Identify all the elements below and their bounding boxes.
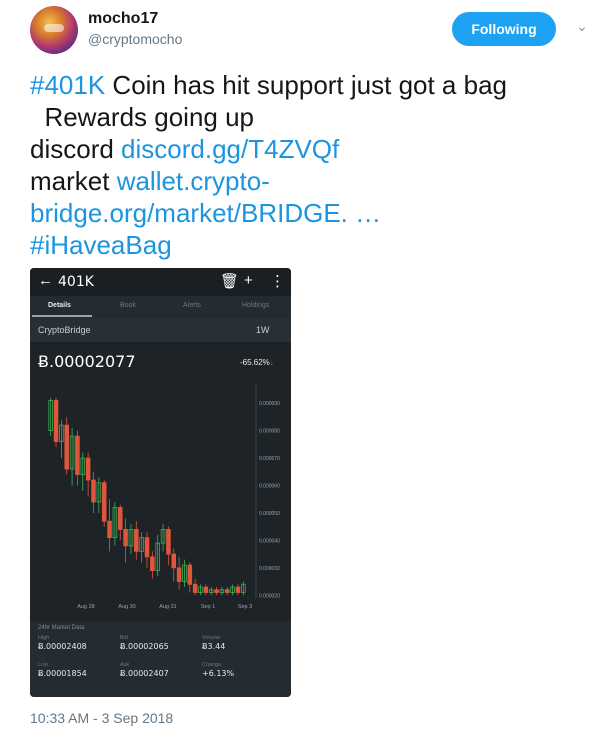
candle-body	[150, 556, 155, 571]
market-cell-high: High Ƀ.00002408	[38, 635, 87, 651]
price-chart: 0.000090 0.000080 0.000070 0.000060 0.000050…	[48, 384, 280, 610]
tweet-text-1: Coin has hit support just got a bag	[105, 70, 507, 100]
display-name[interactable]: mocho17	[88, 10, 158, 28]
exchange-name: CryptoBridge	[38, 325, 91, 335]
candle-body	[214, 589, 219, 593]
user-handle[interactable]: @cryptomocho	[88, 31, 182, 47]
candle-body	[203, 586, 209, 593]
x-tick-label: Sep 3	[238, 604, 252, 610]
tab-details: Details	[48, 302, 71, 309]
candle-body	[85, 457, 91, 481]
market-label: Low	[38, 662, 49, 668]
market-value: Ƀ.00002407	[120, 669, 169, 678]
x-tick-label: Aug 28	[77, 604, 94, 610]
tweet-line-3: discord discord.gg/T4ZVQf	[30, 133, 590, 165]
hashtag-ihaveabag[interactable]: #iHaveaBag	[30, 229, 590, 261]
candle-body	[107, 520, 112, 539]
price-change-value: -65.62%	[240, 358, 270, 367]
market-label: Volume	[202, 635, 221, 641]
candle-body	[176, 567, 182, 582]
candle-body	[144, 537, 150, 558]
candle-body	[53, 400, 59, 443]
market-value: Ƀ.00002065	[120, 642, 169, 651]
market-cell-bid: Bid Ƀ.00002065	[120, 635, 169, 651]
tab-alerts: Alerts	[183, 302, 201, 309]
more-icon: ⋮	[270, 273, 285, 290]
candle-body	[235, 586, 241, 593]
market-cell-ask: Ask Ƀ.00002407	[120, 662, 169, 678]
down-arrow-icon: ↓	[269, 358, 274, 367]
market-cell-low: Low Ƀ.00001854	[38, 662, 87, 678]
market-link-part1[interactable]: wallet.crypto-	[117, 166, 270, 196]
candle-body	[187, 564, 193, 585]
market-value: Ƀ.00001854	[38, 669, 87, 678]
market-value: Ƀ.00002408	[38, 642, 87, 651]
candle-body	[192, 583, 198, 593]
candle-body	[117, 507, 123, 530]
tweet-header: mocho17 @cryptomocho Following ⌄	[0, 0, 610, 62]
price-row: Ƀ.00002077 -65.62%↓	[30, 342, 291, 378]
plus-icon: +	[244, 272, 253, 289]
y-tick-label: 0.000080	[259, 429, 280, 435]
market-label: market	[30, 166, 117, 196]
market-link-part2[interactable]: bridge.org/market/BRIDGE. …	[30, 197, 590, 229]
current-price: Ƀ.00002077	[38, 352, 136, 371]
market-label: Ask	[120, 662, 130, 668]
tweet-line-1: #401K Coin has hit support just got a ba…	[30, 69, 590, 101]
price-change: -65.62%↓	[240, 358, 274, 367]
back-arrow-icon: ←	[38, 272, 53, 289]
tab-book: Book	[120, 302, 136, 309]
attached-image[interactable]: ← 401K 🗑 + ⋮ Details Book Alerts Holding…	[30, 268, 291, 697]
candle-body	[75, 435, 80, 475]
discord-link[interactable]: discord.gg/T4ZVQf	[121, 134, 339, 164]
candle-body	[91, 479, 96, 503]
y-tick-label: 0.000020	[259, 593, 280, 599]
exchange-bar: CryptoBridge 1W	[30, 318, 291, 342]
period-selector: 1W	[256, 325, 270, 335]
avatar[interactable]	[30, 6, 78, 54]
tweet-timestamp[interactable]: 10:33 AM - 3 Sep 2018	[30, 710, 173, 726]
market-label: High	[38, 635, 50, 641]
coin-title: 401K	[58, 274, 94, 290]
tweet-line-2: Rewards going up	[30, 102, 255, 132]
market-value: +6.13%	[202, 669, 235, 678]
candle-body	[64, 424, 70, 470]
y-tick-label: 0.000030	[259, 566, 280, 572]
x-tick-label: Aug 30	[118, 604, 135, 610]
app-topbar: ← 401K 🗑 + ⋮	[30, 268, 291, 296]
market-data-panel: 24hr Market Data High Ƀ.00002408 Bid Ƀ.0000…	[30, 621, 291, 697]
following-button[interactable]: Following	[452, 12, 556, 46]
chevron-down-icon[interactable]: ⌄	[572, 18, 592, 38]
x-tick-label: Aug 31	[159, 604, 176, 610]
market-cell-volume: Volume Ƀ3.44	[202, 635, 225, 651]
candle-body	[134, 529, 139, 552]
tweet-text: #401K Coin has hit support just got a ba…	[30, 69, 590, 261]
y-tick-label: 0.000040	[259, 538, 280, 544]
candle-body	[224, 589, 230, 593]
y-tick-label: 0.000050	[259, 511, 280, 517]
x-tick-label: Sep 1	[201, 604, 215, 610]
trash-icon: 🗑	[220, 273, 240, 290]
tweet-line-4: market wallet.crypto-	[30, 165, 590, 197]
tab-indicator	[32, 315, 92, 317]
candle-body	[171, 553, 177, 569]
y-tick-label: 0.000090	[259, 401, 280, 407]
market-data-title: 24hr Market Data	[38, 625, 85, 631]
y-tick-label: 0.000060	[259, 484, 280, 490]
market-cell-change: Change +6.13%	[202, 662, 234, 678]
market-value: Ƀ3.44	[202, 642, 226, 651]
hashtag-401k[interactable]: #401K	[30, 70, 105, 100]
candle-body	[166, 529, 171, 555]
tab-holdings: Holdings	[242, 302, 270, 309]
market-label: Bid	[120, 635, 128, 641]
discord-label: discord	[30, 134, 122, 164]
y-tick-label: 0.000070	[259, 456, 280, 462]
candle-body	[123, 529, 128, 547]
candle-body	[101, 482, 107, 522]
market-label: Change	[202, 662, 222, 668]
